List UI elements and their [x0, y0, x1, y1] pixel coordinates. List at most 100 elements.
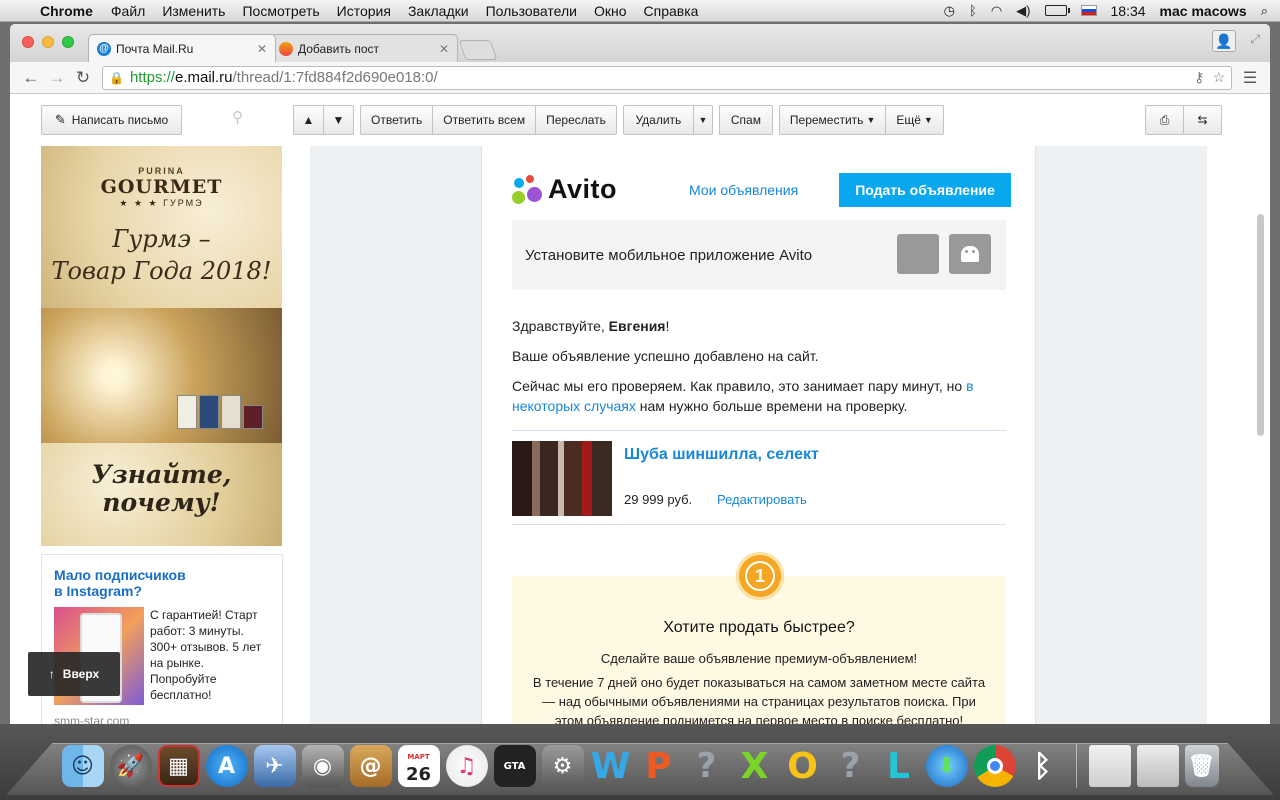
user-name[interactable]: mac macows	[1160, 3, 1247, 19]
menu-file[interactable]: Файл	[111, 3, 145, 19]
preview-icon[interactable]: ✈	[253, 745, 296, 787]
close-tab-icon[interactable]: ✕	[439, 42, 449, 56]
battery-icon[interactable]	[1044, 5, 1070, 16]
ad-brand-ru: ★ ★ ★ ГУРМЭ	[119, 198, 204, 208]
bookmark-star-icon[interactable]: ☆	[1212, 69, 1225, 86]
gta-icon[interactable]: GTA	[493, 745, 536, 787]
bluetooth-icon[interactable]: ᛒ	[1022, 745, 1064, 787]
menu-window[interactable]: Окно	[594, 3, 627, 19]
delete-button[interactable]: Удалить	[622, 105, 694, 135]
arrow-up-icon: ▲	[302, 113, 315, 127]
wifi-icon[interactable]: ◠	[991, 3, 1002, 19]
odnoklassniki-icon	[279, 41, 293, 56]
key-icon[interactable]: ⚷	[1194, 69, 1204, 86]
app-store-icon[interactable]: A	[205, 745, 248, 787]
premium-description: В течение 7 дней оно будет показываться …	[532, 675, 986, 724]
item-photo[interactable]	[512, 441, 612, 516]
tab-mailru[interactable]: @ Почта Mail.Ru ✕	[88, 34, 276, 62]
tab-title: Добавить пост	[298, 41, 380, 56]
app-store-button[interactable]	[897, 234, 939, 274]
finder-icon[interactable]: ☺	[61, 745, 104, 787]
trash-icon[interactable]: 🗑	[1184, 745, 1219, 787]
sidebar-ad-gourmet[interactable]: PURINA GOURMET ★ ★ ★ ГУРМЭ Гурмэ – Товар…	[41, 146, 282, 546]
profile-icon[interactable]: 👤	[1212, 30, 1236, 52]
compose-label: Написать письмо	[71, 113, 169, 127]
input-source-flag-icon[interactable]	[1080, 5, 1097, 16]
forward-button[interactable]: Переслать	[535, 105, 617, 135]
next-message-button[interactable]: ▼	[323, 105, 354, 135]
photo-booth-icon[interactable]: ▦	[157, 745, 200, 787]
chevron-down-icon: ▼	[866, 115, 876, 125]
bluetooth-status-icon[interactable]: ᛒ	[969, 3, 977, 18]
attachment-icon: ⚲	[232, 109, 243, 126]
contacts-icon[interactable]: @	[349, 745, 392, 787]
scroll-top-button[interactable]: ↑ Вверх	[28, 652, 120, 696]
menu-view[interactable]: Посмотреть	[242, 3, 319, 19]
avito-logo[interactable]: Avito	[512, 174, 617, 205]
ad-pack-1	[177, 395, 197, 429]
reload-button[interactable]: ↻	[70, 68, 96, 88]
menu-users[interactable]: Пользователи	[486, 3, 577, 19]
back-button[interactable]: ←	[18, 68, 44, 88]
item-title-link[interactable]: Шуба шиншилла, селект	[624, 446, 819, 464]
minimize-window-button[interactable]	[42, 36, 54, 48]
close-window-button[interactable]	[22, 36, 34, 48]
greeting-suffix: !	[665, 318, 670, 334]
system-preferences-icon[interactable]: ⚙	[541, 745, 584, 787]
maximize-window-button[interactable]	[62, 36, 74, 48]
reply-all-button[interactable]: Ответить всем	[432, 105, 537, 135]
recent-apps-stack-icon[interactable]	[1136, 745, 1179, 787]
excel-icon[interactable]: X	[734, 745, 776, 787]
powerpoint-icon[interactable]: P	[638, 745, 680, 787]
unknown-app-icon[interactable]: ?	[830, 745, 872, 787]
word-icon[interactable]: W	[590, 745, 632, 787]
ad-pack-3	[221, 395, 241, 429]
tab-add-post[interactable]: Добавить пост ✕	[270, 34, 458, 62]
my-ads-link[interactable]: Мои объявления	[689, 182, 798, 198]
page-scrollbar[interactable]	[1257, 214, 1264, 436]
ad-cta-line2: почему!	[102, 488, 221, 517]
menu-history[interactable]: История	[337, 3, 391, 19]
google-play-button[interactable]	[949, 234, 991, 274]
prev-message-button[interactable]: ▲	[293, 105, 324, 135]
calendar-icon[interactable]: МАРТ 26	[397, 745, 440, 787]
unknown-app-icon[interactable]: ?	[686, 745, 728, 787]
volume-icon[interactable]: ◀)	[1016, 3, 1030, 19]
translate-button[interactable]: ⇆	[1183, 105, 1222, 135]
menu-bookmarks[interactable]: Закладки	[408, 3, 469, 19]
sidebar-ad-instagram[interactable]: Мало подписчиков в Instagram? С гарантие…	[41, 554, 283, 724]
launchpad-icon[interactable]: 🚀	[109, 745, 152, 787]
more-button[interactable]: Ещё ▼	[885, 105, 944, 135]
close-tab-icon[interactable]: ✕	[257, 42, 267, 56]
lock-icon: 🔒	[109, 70, 124, 85]
menu-help[interactable]: Справка	[644, 3, 699, 19]
chrome-menu-icon[interactable]: ☰	[1238, 68, 1262, 88]
outlook-icon[interactable]: O	[782, 745, 824, 787]
clock[interactable]: 18:34	[1111, 3, 1146, 19]
reply-button[interactable]: Ответить	[360, 105, 434, 135]
move-button[interactable]: Переместить ▼	[778, 105, 887, 135]
address-bar[interactable]: 🔒 https:// e.mail.ru /thread/1:7fd884f2d…	[102, 65, 1232, 90]
spotlight-icon[interactable]: ⌕	[1261, 3, 1268, 19]
compose-button[interactable]: ✎ Написать письмо	[41, 105, 182, 135]
itunes-icon[interactable]: ♫	[445, 745, 488, 787]
new-tab-button[interactable]	[458, 40, 498, 60]
spam-button[interactable]: Спам	[718, 105, 773, 135]
item-edit-link[interactable]: Редактировать	[717, 492, 807, 507]
downloads-globe-icon[interactable]: ⬇	[925, 745, 968, 787]
post-ad-button[interactable]: Подать объявление	[839, 173, 1011, 207]
print-button[interactable]: ⎙	[1145, 105, 1184, 135]
forward-button[interactable]: →	[44, 68, 70, 88]
facetime-icon[interactable]: ◉	[301, 745, 344, 787]
lync-icon[interactable]: L	[878, 745, 920, 787]
document-stack-icon[interactable]	[1088, 745, 1131, 787]
promo-title-line2: в Instagram?	[54, 583, 142, 599]
delete-dropdown-button[interactable]: ▼	[692, 105, 713, 135]
chrome-icon[interactable]	[973, 745, 1016, 787]
ad-slogan-line1: Гурмэ –	[112, 225, 211, 253]
menu-edit[interactable]: Изменить	[162, 3, 225, 19]
app-menu[interactable]: Chrome	[40, 3, 93, 19]
greeting-prefix: Здравствуйте,	[512, 318, 609, 334]
time-machine-icon[interactable]: ◷	[944, 3, 955, 19]
fullscreen-icon[interactable]: ⤢	[1250, 32, 1260, 47]
